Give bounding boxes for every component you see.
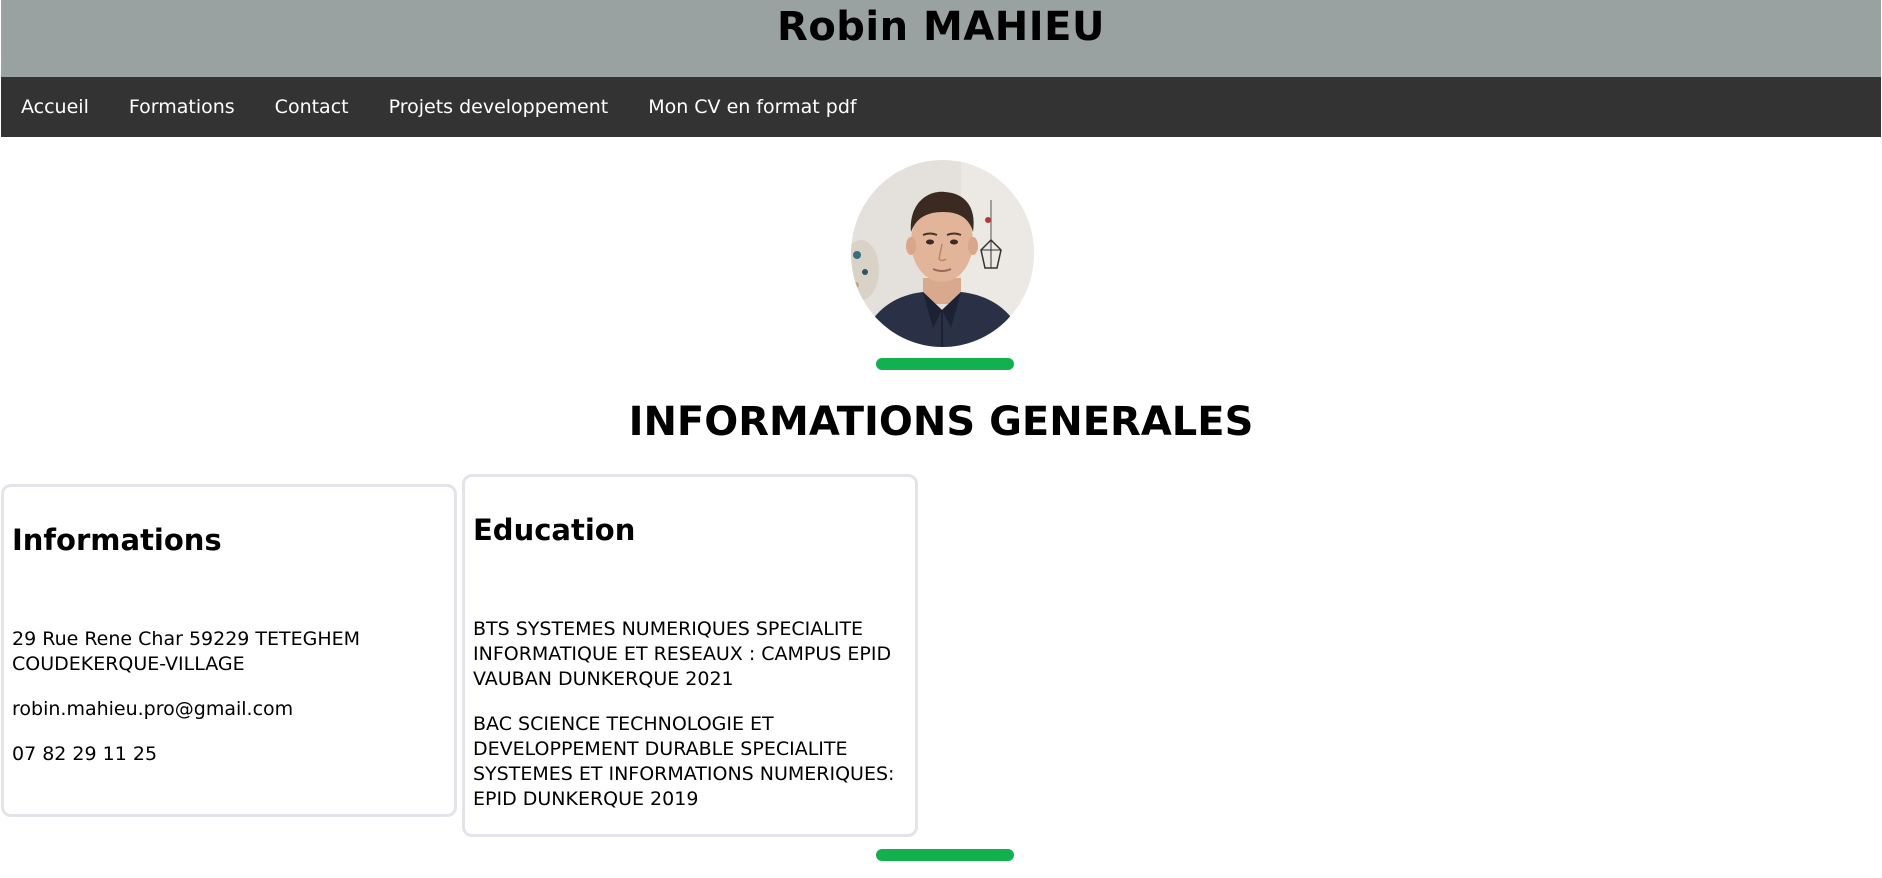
site-title: Robin MAHIEU	[777, 4, 1105, 50]
nav-link-accueil[interactable]: Accueil	[1, 77, 109, 137]
section-title: INFORMATIONS GENERALES	[628, 399, 1254, 445]
nav-link-contact[interactable]: Contact	[255, 77, 369, 137]
divider-bar-bottom	[876, 849, 1014, 861]
info-address: 29 Rue Rene Char 59229 TETEGHEM COUDEKER…	[12, 628, 361, 675]
info-email: robin.mahieu.pro@gmail.com	[12, 698, 294, 720]
nav-link-projets[interactable]: Projets developpement	[369, 77, 629, 137]
info-card-title: Informations	[12, 523, 222, 557]
profile-photo	[851, 160, 1034, 347]
education-card: Education BTS SYSTEMES NUMERIQUES SPECIA…	[462, 474, 918, 837]
nav-link-cv-pdf[interactable]: Mon CV en format pdf	[628, 77, 876, 137]
education-card-title: Education	[473, 513, 636, 547]
page: Robin MAHIEU Accueil Formations Contact …	[0, 0, 1882, 878]
main-navbar: Accueil Formations Contact Projets devel…	[1, 77, 1881, 137]
divider-bar-top	[876, 358, 1014, 370]
site-header: Robin MAHIEU	[1, 0, 1881, 77]
education-entry: BTS SYSTEMES NUMERIQUES SPECIALITE INFOR…	[473, 618, 892, 690]
nav-link-formations[interactable]: Formations	[109, 77, 255, 137]
info-phone: 07 82 29 11 25	[12, 743, 158, 765]
education-entry: BAC SCIENCE TECHNOLOGIE ET DEVELOPPEMENT…	[473, 713, 895, 810]
info-card: Informations 29 Rue Rene Char 59229 TETE…	[1, 484, 457, 817]
